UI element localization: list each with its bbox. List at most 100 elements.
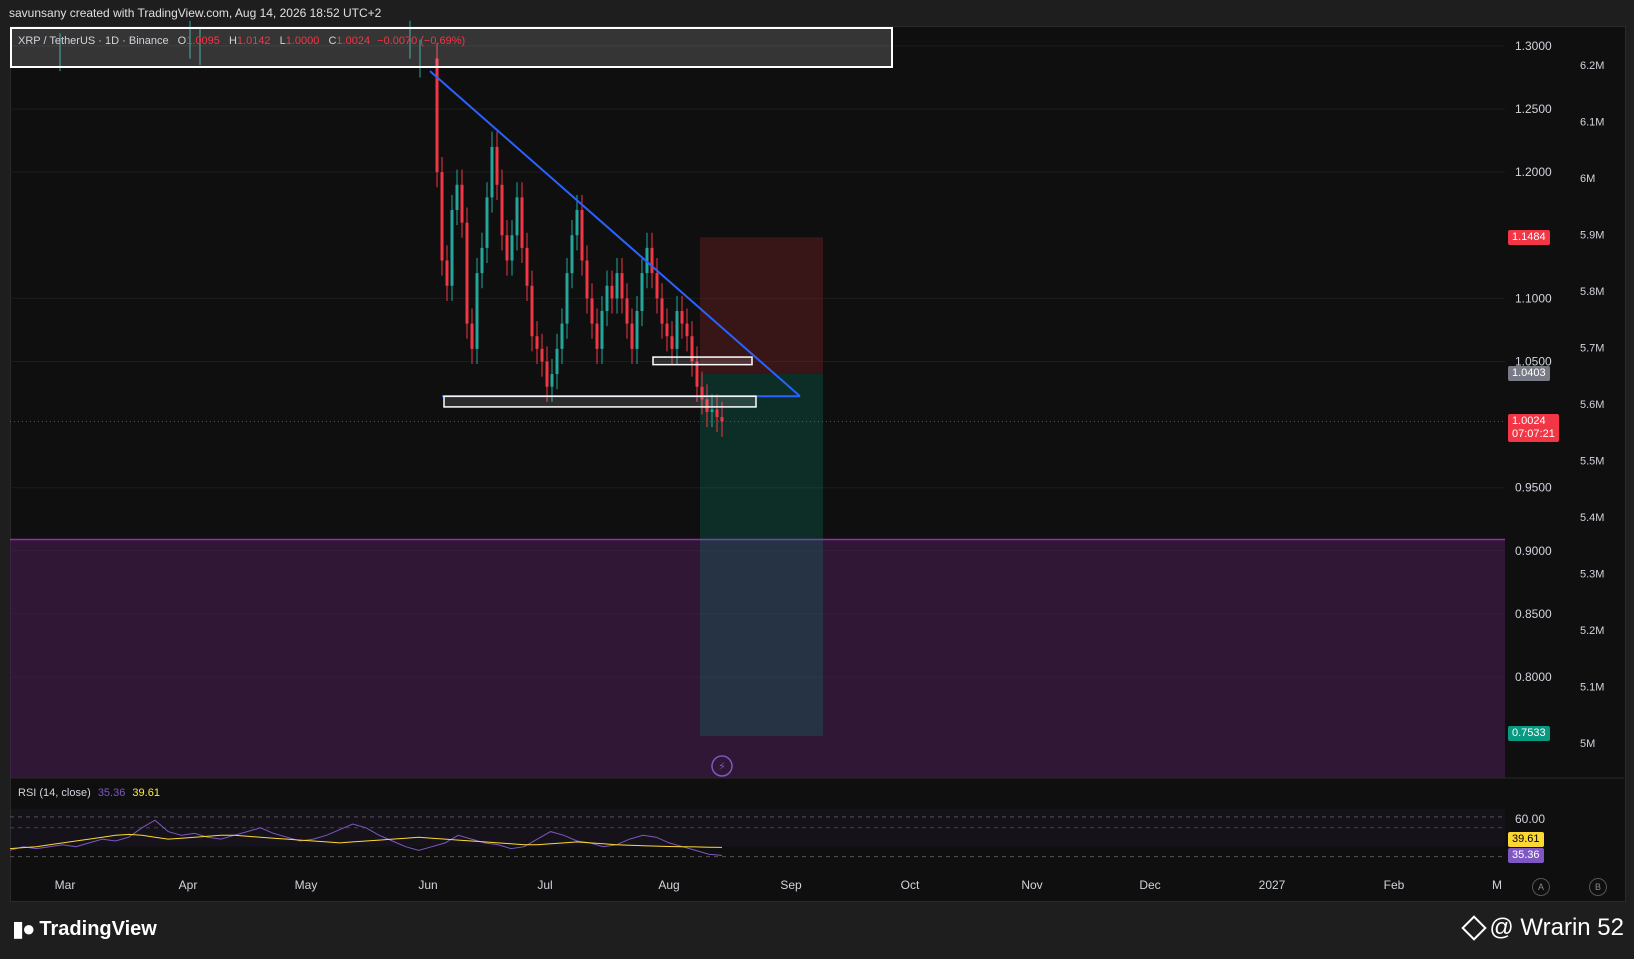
- candle-body: [590, 298, 594, 324]
- candle-body: [615, 273, 619, 299]
- rsi-tick-label: 60.00: [1515, 812, 1545, 826]
- volume-tick-label: 6.1M: [1580, 117, 1604, 129]
- high-value: 1.0142: [236, 35, 271, 47]
- tradingview-logo[interactable]: ▮● TradingView: [12, 916, 157, 942]
- high-label: H: [228, 35, 237, 47]
- candle-body: [670, 336, 674, 349]
- candle-body: [510, 235, 514, 261]
- time-tick-label: Sep: [780, 878, 802, 892]
- candle-body: [720, 417, 724, 422]
- rsi-label: RSI (14, close): [18, 787, 91, 799]
- last-price-tag: 1.0024 07:07:21: [1508, 414, 1559, 442]
- bar-countdown: 07:07:21: [1512, 428, 1555, 440]
- price-tick-label: 1.3000: [1515, 39, 1552, 53]
- candle-body: [640, 273, 644, 311]
- candle-body: [600, 310, 604, 349]
- candle-body: [660, 298, 664, 324]
- low-value: 1.0000: [285, 35, 320, 47]
- volume-tick-label: 5.4M: [1580, 512, 1604, 524]
- candle-body: [555, 348, 559, 375]
- rsi-ma-value: 39.61: [132, 787, 160, 799]
- candle-body: [665, 323, 669, 337]
- price-tick-label: 0.8500: [1515, 607, 1552, 621]
- candle-body: [635, 310, 639, 349]
- time-tick-label: 2027: [1259, 878, 1286, 892]
- volume-tick-label: 5.8M: [1580, 286, 1604, 298]
- candle-body: [580, 210, 584, 261]
- candle-body: [605, 285, 609, 311]
- last-price: 1.0024: [1512, 415, 1546, 427]
- support-box: [652, 356, 753, 366]
- stop-price-tag: 0.7533: [1508, 726, 1550, 741]
- watermark: @ Wrarin 52: [1461, 914, 1624, 942]
- volume-tick-label: 5.5M: [1580, 456, 1604, 468]
- lightning-glyph: ⚡: [718, 760, 726, 773]
- candle-body: [655, 273, 659, 299]
- volume-tick-label: 5.6M: [1580, 399, 1604, 411]
- symbol-legend[interactable]: XRP / TetherUS · 1D · Binance O1.0095 H1…: [18, 35, 465, 47]
- target-price-tag: 1.1484: [1508, 230, 1550, 245]
- candle-body: [515, 197, 519, 236]
- position-risk-area: [700, 237, 823, 374]
- rsi-value: 35.36: [97, 787, 126, 799]
- candle-body: [620, 273, 624, 299]
- candle-body: [650, 247, 654, 274]
- binance-diamond-icon: [1461, 915, 1488, 941]
- candle-body: [530, 285, 534, 337]
- watermark-text: @ Wrarin 52: [1489, 914, 1624, 941]
- time-tick-label: May: [295, 878, 318, 892]
- price-tick-label: 0.9500: [1515, 481, 1552, 495]
- candle-body: [520, 197, 524, 248]
- candle-body: [470, 323, 474, 349]
- b-scale-button[interactable]: B: [1589, 878, 1607, 896]
- tv-logo-icon: ▮●: [12, 916, 35, 941]
- candle-body: [495, 146, 499, 185]
- candle-body: [595, 323, 599, 349]
- volume-tick-label: 5.2M: [1580, 625, 1604, 637]
- time-tick-label: M: [1492, 878, 1502, 892]
- rsi-ma-tag: 39.61: [1508, 832, 1544, 847]
- candle-body: [610, 285, 614, 299]
- brand-name: TradingView: [39, 917, 157, 940]
- time-tick-label: Apr: [179, 878, 198, 892]
- support-box: [443, 395, 757, 408]
- volume-tick-label: 5M: [1580, 738, 1595, 750]
- candle-body: [680, 310, 684, 324]
- price-tick-label: 0.8000: [1515, 670, 1552, 684]
- candle-body: [565, 273, 569, 324]
- open-label: O: [177, 35, 187, 47]
- candle-body: [460, 184, 464, 223]
- volume-tick-label: 5.7M: [1580, 343, 1604, 355]
- candle-body: [545, 361, 549, 387]
- candle-body: [480, 247, 484, 274]
- candle-body: [450, 210, 454, 286]
- volume-tick-label: 5.3M: [1580, 569, 1604, 581]
- rsi-legend[interactable]: RSI (14, close) 35.36 39.61: [18, 787, 160, 799]
- volume-tick-label: 6M: [1580, 173, 1595, 185]
- rsi-tag: 35.36: [1508, 848, 1544, 863]
- candle-body: [500, 184, 504, 236]
- candle-body: [505, 235, 509, 261]
- time-tick-label: Feb: [1384, 878, 1405, 892]
- time-tick-label: Aug: [658, 878, 679, 892]
- candle-body: [675, 310, 679, 349]
- candle-body: [550, 374, 554, 387]
- open-value: 1.0095: [186, 35, 220, 47]
- time-tick-label: Jul: [537, 878, 552, 892]
- candle-body: [535, 336, 539, 349]
- candle-body: [560, 323, 564, 349]
- volume-tick-label: 6.2M: [1580, 60, 1604, 72]
- candle-body: [445, 260, 449, 286]
- time-tick-label: Dec: [1139, 878, 1160, 892]
- candle-body: [525, 247, 529, 286]
- volume-tick-label: 5.9M: [1580, 230, 1604, 242]
- candle-body: [475, 273, 479, 349]
- price-tick-label: 0.9000: [1515, 544, 1552, 558]
- volume-tick-label: 5.1M: [1580, 682, 1604, 694]
- symbol-name[interactable]: XRP / TetherUS · 1D · Binance: [18, 35, 169, 47]
- change-value: −0.0070 (−0.69%): [377, 35, 466, 47]
- candle-body: [710, 409, 714, 412]
- chart-svg[interactable]: 1.30001.25001.20001.10001.05000.95000.90…: [0, 0, 1634, 959]
- auto-scale-button[interactable]: A: [1532, 878, 1550, 896]
- symbol-legend-box: [10, 27, 893, 68]
